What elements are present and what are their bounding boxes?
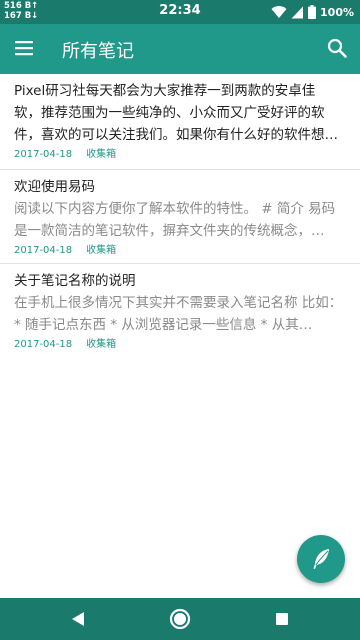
page-title: 所有笔记: [62, 41, 134, 62]
status-icons: 100%: [271, 4, 354, 20]
new-note-fab-button[interactable]: [297, 535, 345, 583]
home-circle-icon[interactable]: [168, 607, 192, 631]
recents-square-icon[interactable]: [270, 607, 294, 631]
note-date: 2017-04-18: [14, 149, 73, 160]
note-date: 2017-04-18: [14, 339, 73, 350]
note-preview: 软，推荐范围为一些纯净的、小众而又广受好评的软件，喜欢的可以关注我们。如果你有什…: [14, 105, 338, 143]
feather-quill-icon: [313, 549, 329, 569]
note-item[interactable]: 关于笔记名称的说明 在手机上很多情况下其实并不需要录入笔记名称 比如： * 随手…: [0, 264, 360, 358]
note-preview: 阅读以下内容方便你了解本软件的特性。 # 简介 易码是一款简洁的笔记软件，摒弃文…: [14, 201, 336, 239]
note-date: 2017-04-18: [14, 245, 73, 256]
note-list: Pixel研习社每天都会为大家推荐一到两款的安卓佳 软，推荐范围为一些纯净的、小…: [0, 74, 360, 358]
note-meta: 2017-04-18 收集箱: [14, 243, 346, 259]
note-item[interactable]: 欢迎使用易码 阅读以下内容方便你了解本软件的特性。 # 简介 易码是一款简洁的笔…: [0, 170, 360, 264]
note-meta: 2017-04-18 收集箱: [14, 147, 346, 163]
hamburger-menu-icon[interactable]: [14, 38, 34, 58]
note-title: 欢迎使用易码: [14, 179, 95, 195]
note-folder[interactable]: 收集箱: [86, 245, 116, 256]
battery-icon: [308, 5, 317, 19]
note-item[interactable]: Pixel研习社每天都会为大家推荐一到两款的安卓佳 软，推荐范围为一些纯净的、小…: [0, 74, 360, 170]
back-triangle-icon[interactable]: [66, 607, 90, 631]
note-title: 关于笔记名称的说明: [14, 273, 136, 289]
note-folder[interactable]: 收集箱: [86, 339, 116, 350]
system-nav-bar: [0, 598, 360, 640]
battery-percentage: 100%: [320, 5, 354, 19]
note-folder[interactable]: 收集箱: [86, 149, 116, 160]
cellular-signal-icon: [291, 6, 304, 18]
note-title: Pixel研习社每天都会为大家推荐一到两款的安卓佳: [14, 83, 316, 99]
status-bar: 516 B↑ 167 B↓ 22:34 100%: [0, 0, 360, 24]
wifi-icon: [271, 5, 287, 18]
note-meta: 2017-04-18 收集箱: [14, 337, 346, 353]
search-icon[interactable]: [326, 37, 348, 59]
app-bar: 所有笔记: [0, 24, 360, 74]
note-preview: 在手机上很多情况下其实并不需要录入笔记名称 比如： * 随手记点东西 * 从浏览…: [14, 295, 343, 333]
